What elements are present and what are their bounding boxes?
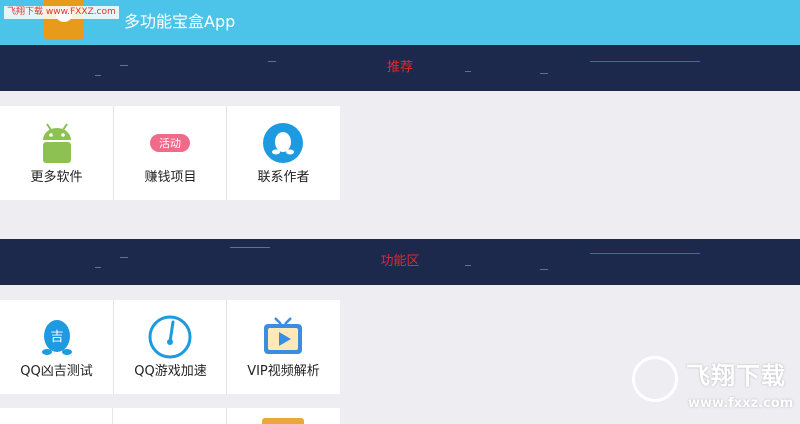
speedometer-icon xyxy=(148,315,192,359)
grid-item-label: VIP视频解析 xyxy=(247,364,320,379)
grid-item-label: 联系作者 xyxy=(257,170,310,185)
watermark-logo-icon xyxy=(632,356,678,402)
section-title: 推荐 xyxy=(386,60,413,75)
section-title: 功能区 xyxy=(380,254,420,269)
activity-tag-icon: 活动 xyxy=(150,134,190,152)
svg-text:吉: 吉 xyxy=(50,330,63,345)
grid-item-more-software[interactable]: 更多软件 xyxy=(0,106,113,200)
watermark-url: www.fxxz.com xyxy=(688,396,794,411)
grid-item-contact-author[interactable]: 联系作者 xyxy=(226,106,339,200)
grid-item-label: 赚钱项目 xyxy=(144,170,197,185)
functions-grid-next-row xyxy=(0,408,340,424)
grid-item-qq-game-boost[interactable]: QQ游戏加速 xyxy=(113,300,226,394)
watermark-text: 飞翔下载 xyxy=(686,362,786,390)
section-banner-functions: 功能区 xyxy=(0,239,800,285)
functions-grid: 吉 QQ凶吉测试 QQ游戏加速 VIP视频解析 xyxy=(0,300,340,394)
android-icon xyxy=(42,123,71,163)
tv-play-icon xyxy=(264,317,302,354)
partial-icon xyxy=(262,418,304,424)
grid-item-label: 更多软件 xyxy=(30,170,83,185)
section-banner-recommend: 推荐 xyxy=(0,45,800,91)
grid-item-vip-video[interactable]: VIP视频解析 xyxy=(226,300,339,394)
svg-text:活动: 活动 xyxy=(159,137,181,150)
site-watermark-tag: 飞翔下载 www.FXXZ.com xyxy=(4,6,119,19)
grid-item-qq-fortune[interactable]: 吉 QQ凶吉测试 xyxy=(0,300,113,394)
penguin-icon xyxy=(263,123,303,163)
recommend-grid: 更多软件 活动 赚钱项目 联系作者 xyxy=(0,106,340,200)
grid-item-label: QQ凶吉测试 xyxy=(20,364,93,379)
site-watermark: 飞翔下载 www.fxxz.com xyxy=(628,352,798,420)
grid-item-earn-money[interactable]: 活动 赚钱项目 xyxy=(113,106,226,200)
app-title: 多功能宝盒App xyxy=(124,12,236,31)
title-bar: 多功能宝盒App xyxy=(0,0,800,45)
grid-item-label: QQ游戏加速 xyxy=(134,364,207,379)
qq-fortune-icon: 吉 xyxy=(41,320,72,355)
